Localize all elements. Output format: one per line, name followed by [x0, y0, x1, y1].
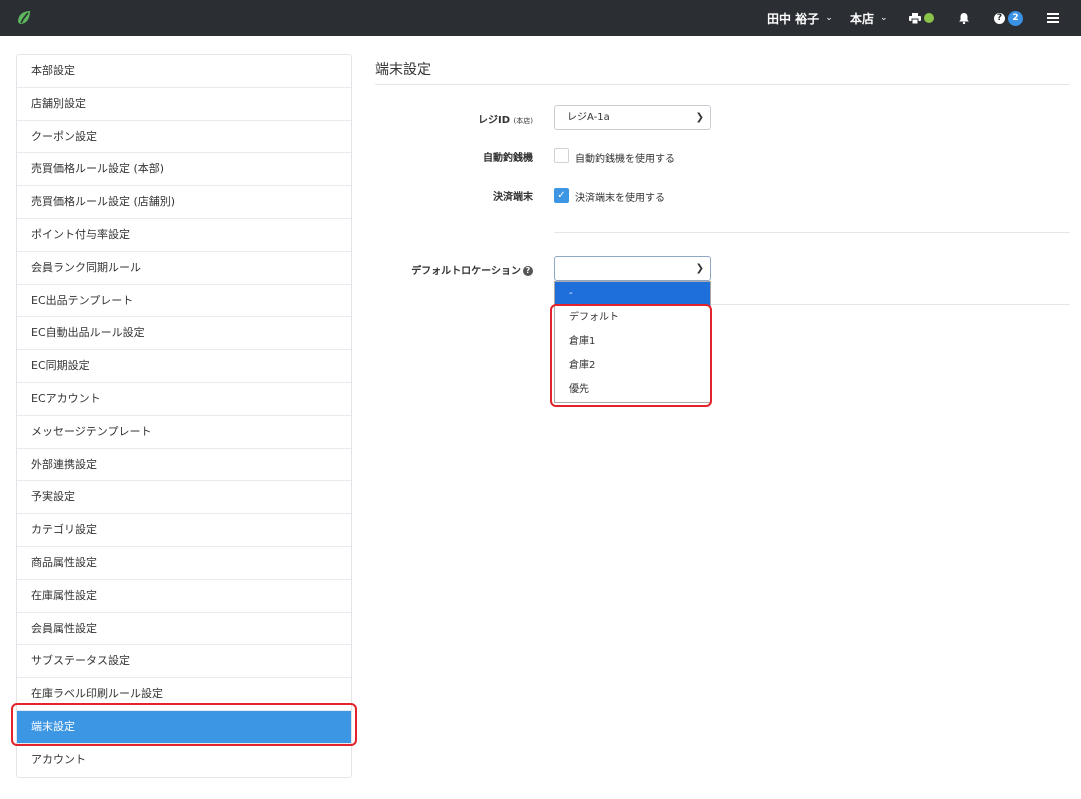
payment-terminal-checkbox[interactable]: ✓ — [554, 188, 569, 203]
connection-status-dot — [924, 13, 934, 23]
chevron-down-icon: ❯ — [695, 263, 704, 274]
chevron-down-icon: ⌄ — [880, 13, 888, 23]
sidebar-item-price-rule-hq[interactable]: 売買価格ルール設定 (本部) — [17, 153, 351, 187]
help-button[interactable]: ? 2 — [994, 0, 1023, 36]
sidebar-item-message-template[interactable]: メッセージテンプレート — [17, 416, 351, 449]
sidebar-item-price-rule-store[interactable]: 売買価格ルール設定 (店舗別) — [17, 186, 351, 219]
sidebar-item-member-rank-sync[interactable]: 会員ランク同期ルール — [17, 252, 351, 285]
sidebar-item-store-settings[interactable]: 店舗別設定 — [17, 88, 351, 121]
sidebar-item-hq-settings[interactable]: 本部設定 — [17, 55, 351, 88]
sidebar-item-ec-auto-listing[interactable]: EC自動出品ルール設定 — [17, 317, 351, 351]
divider — [375, 84, 1070, 85]
help-badge: 2 — [1008, 10, 1023, 26]
regi-id-value: レジA-1a — [567, 112, 610, 123]
printer-icon — [909, 12, 921, 24]
chevron-down-icon: ❯ — [695, 112, 704, 123]
checkmark-icon: ✓ — [557, 190, 566, 201]
sidebar-item-account[interactable]: アカウント — [17, 744, 351, 777]
user-name: 田中 裕子 — [767, 11, 820, 26]
sidebar-item-member-attributes[interactable]: 会員属性設定 — [17, 613, 351, 646]
printer-status[interactable] — [909, 0, 934, 36]
info-icon[interactable]: ? — [523, 266, 533, 276]
store-name: 本店 — [850, 11, 875, 26]
highlight-box-dropdown — [550, 304, 712, 407]
store-menu[interactable]: 本店 ⌄ — [850, 0, 888, 36]
sidebar-item-point-rate[interactable]: ポイント付与率設定 — [17, 219, 351, 252]
bell-icon — [959, 13, 969, 24]
sidebar-item-category[interactable]: カテゴリ設定 — [17, 514, 351, 547]
user-menu[interactable]: 田中 裕子 ⌄ — [767, 0, 833, 36]
sidebar-item-ec-listing-template[interactable]: EC出品テンプレート — [17, 285, 351, 318]
divider — [554, 232, 1070, 233]
sidebar-item-external-integration[interactable]: 外部連携設定 — [17, 449, 351, 482]
sidebar-item-product-attributes[interactable]: 商品属性設定 — [17, 547, 351, 580]
auto-changer-checkbox-label[interactable]: 自動釣銭機を使用する — [575, 150, 675, 165]
sidebar-item-coupon-settings[interactable]: クーポン設定 — [17, 121, 351, 154]
regi-id-select[interactable]: レジA-1a ❯ — [554, 105, 711, 130]
chevron-down-icon: ⌄ — [825, 13, 833, 23]
hamburger-menu-button[interactable] — [1047, 0, 1059, 36]
auto-changer-checkbox[interactable] — [554, 148, 569, 163]
location-option-none[interactable]: - — [555, 282, 710, 306]
divider — [711, 304, 1070, 305]
question-icon: ? — [994, 12, 1005, 24]
settings-sidebar: 本部設定 店舗別設定 クーポン設定 売買価格ルール設定 (本部) 売買価格ルール… — [16, 54, 352, 778]
leaf-logo-icon[interactable] — [14, 8, 34, 28]
sidebar-item-ec-account[interactable]: ECアカウント — [17, 383, 351, 416]
default-location-label: デフォルトロケーション? — [333, 262, 533, 277]
sidebar-item-substatus[interactable]: サブステータス設定 — [17, 645, 351, 679]
default-location-select[interactable]: ❯ — [554, 256, 711, 281]
payment-terminal-checkbox-label[interactable]: 決済端末を使用する — [575, 189, 665, 204]
page-title: 端末設定 — [375, 62, 431, 78]
notifications-button[interactable] — [958, 0, 970, 36]
regi-id-label: レジID (本店) — [478, 115, 533, 126]
auto-changer-label: 自動釣銭機 — [483, 153, 533, 164]
top-navbar: 田中 裕子 ⌄ 本店 ⌄ ? 2 — [0, 0, 1081, 36]
sidebar-item-budget-actual[interactable]: 予実設定 — [17, 481, 351, 515]
highlight-box-sidebar — [11, 703, 357, 746]
payment-terminal-label: 決済端末 — [493, 192, 533, 203]
sidebar-item-stock-attributes[interactable]: 在庫属性設定 — [17, 580, 351, 613]
sidebar-item-ec-sync[interactable]: EC同期設定 — [17, 350, 351, 383]
hamburger-icon — [1047, 13, 1059, 23]
